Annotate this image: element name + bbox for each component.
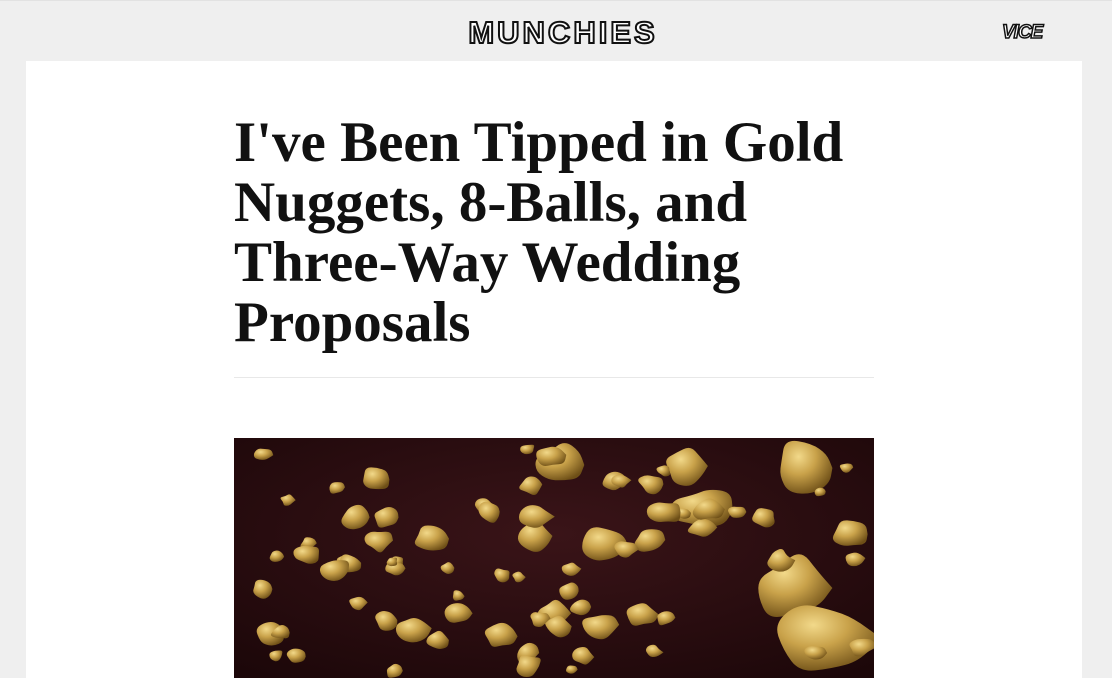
- site-header: MUNCHIES VICE: [0, 0, 1112, 61]
- munchies-logo[interactable]: MUNCHIES: [458, 16, 668, 50]
- hero-image: [234, 438, 874, 678]
- gold-nugget: [646, 502, 681, 523]
- article-card: I've Been Tipped in Gold Nuggets, 8-Ball…: [26, 61, 1082, 678]
- headline-divider: [234, 377, 874, 378]
- vice-logo[interactable]: VICE: [1001, 22, 1064, 44]
- article-headline: I've Been Tipped in Gold Nuggets, 8-Ball…: [234, 111, 844, 354]
- gold-nuggets-photo: [234, 438, 874, 678]
